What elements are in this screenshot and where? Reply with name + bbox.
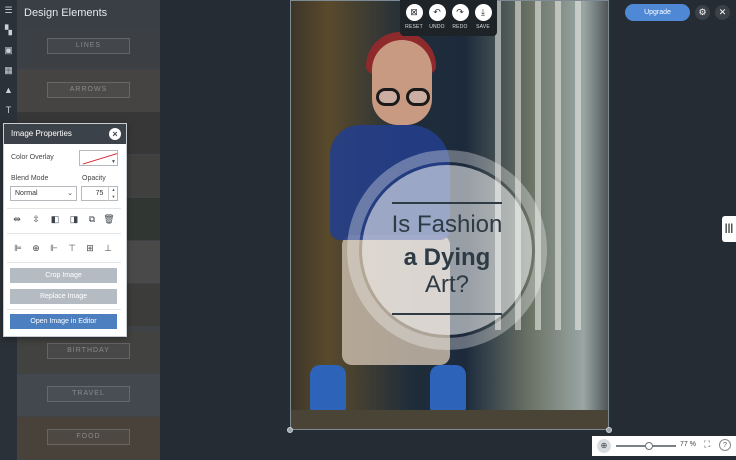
opacity-label: Opacity — [82, 175, 106, 182]
headline-line-1[interactable]: Is Fashion — [360, 211, 534, 239]
reset-icon: ⊠ — [405, 4, 423, 21]
align-middle-icon[interactable]: ⊞ — [84, 242, 96, 254]
menu-icon[interactable]: ☰ — [0, 0, 17, 20]
canvas-toolbar: ⊠ RESET ↶ UNDO ↷ REDO ⤓ SAVE — [400, 0, 497, 36]
zoom-icon[interactable]: ⊕ — [597, 439, 611, 453]
text-icon[interactable]: T — [0, 100, 17, 120]
resize-handle[interactable] — [287, 427, 293, 433]
save-button[interactable]: ⤓ SAVE — [472, 4, 494, 30]
reset-label: RESET — [405, 24, 423, 30]
close-icon[interactable]: × — [109, 128, 121, 140]
undo-label: UNDO — [429, 24, 445, 30]
divider — [7, 208, 121, 209]
delete-icon[interactable]: 🗑 — [103, 213, 115, 225]
side-panel-toggle[interactable]: ||| — [722, 216, 736, 242]
photo-face — [372, 40, 432, 125]
headline-line-3[interactable]: Art? — [360, 271, 534, 299]
align-left-icon[interactable]: ⊫ — [12, 242, 24, 254]
duplicate-icon[interactable]: ⧉ — [86, 213, 98, 225]
shape-icon[interactable]: ▲ — [0, 80, 17, 100]
blend-mode-value: Normal — [15, 190, 38, 197]
gear-icon[interactable]: ⚙ — [695, 5, 710, 20]
close-icon[interactable]: ✕ — [715, 5, 730, 20]
save-icon: ⤓ — [474, 4, 492, 21]
save-label: SAVE — [476, 24, 490, 30]
panel-title: Design Elements — [17, 0, 160, 26]
redo-button[interactable]: ↷ REDO — [449, 4, 471, 30]
flip-horizontal-icon[interactable]: ⇹ — [11, 213, 23, 225]
divider — [7, 233, 121, 234]
divider — [7, 309, 121, 310]
color-overlay-label: Color Overlay — [11, 154, 54, 161]
undo-button[interactable]: ↶ UNDO — [426, 4, 448, 30]
divider — [7, 262, 121, 263]
photo-glasses — [376, 88, 400, 106]
help-icon[interactable]: ? — [719, 439, 731, 451]
replace-image-button[interactable]: Replace Image — [10, 289, 117, 304]
photo-glasses — [406, 88, 430, 106]
design-canvas[interactable]: Is Fashion a Dying Art? — [290, 0, 609, 430]
send-backward-icon[interactable]: ◨ — [68, 213, 80, 225]
zoom-bar: ⊕ 77 % ⛶ ? — [592, 436, 736, 456]
reset-button[interactable]: ⊠ RESET — [403, 4, 425, 30]
bring-forward-icon[interactable]: ◧ — [49, 213, 61, 225]
blend-mode-select[interactable]: Normal ⌄ — [10, 186, 77, 201]
title-top-line[interactable] — [392, 202, 502, 204]
upgrade-button[interactable]: Upgrade — [625, 4, 690, 21]
opacity-stepper[interactable]: ▲ ▼ — [108, 186, 118, 201]
zoom-value: 77 % — [680, 441, 696, 448]
color-overlay-swatch[interactable]: ▼ — [79, 150, 118, 166]
title-bottom-line[interactable] — [392, 313, 502, 315]
undo-icon: ↶ — [428, 4, 446, 21]
opacity-value: 75 — [95, 190, 104, 197]
photo-step — [290, 410, 609, 430]
redo-icon: ↷ — [451, 4, 469, 21]
open-image-in-editor-button[interactable]: Open Image in Editor — [10, 314, 117, 329]
caret-down-icon: ▼ — [111, 159, 116, 165]
layout-icon[interactable]: ▚ — [0, 20, 17, 40]
flip-vertical-icon[interactable]: ⇳ — [30, 213, 42, 225]
fullscreen-icon[interactable]: ⛶ — [704, 439, 710, 450]
align-right-icon[interactable]: ⊩ — [48, 242, 60, 254]
grid-icon[interactable]: ▦ — [0, 60, 17, 80]
image-icon[interactable]: ▣ — [0, 40, 17, 60]
align-bottom-icon[interactable]: ⊥ — [102, 242, 114, 254]
align-top-icon[interactable]: ⊤ — [66, 242, 78, 254]
align-center-icon[interactable]: ⊕ — [30, 242, 42, 254]
blend-mode-label: Blend Mode — [11, 175, 49, 182]
zoom-slider-thumb[interactable] — [645, 442, 654, 450]
image-properties-header: Image Properties × — [4, 124, 126, 144]
headline-line-2[interactable]: a Dying — [360, 244, 534, 272]
crop-image-button[interactable]: Crop Image — [10, 268, 117, 283]
image-properties-title: Image Properties — [11, 129, 72, 138]
chevron-down-icon: ⌄ — [67, 190, 73, 197]
resize-handle[interactable] — [606, 427, 612, 433]
redo-label: REDO — [452, 24, 468, 30]
